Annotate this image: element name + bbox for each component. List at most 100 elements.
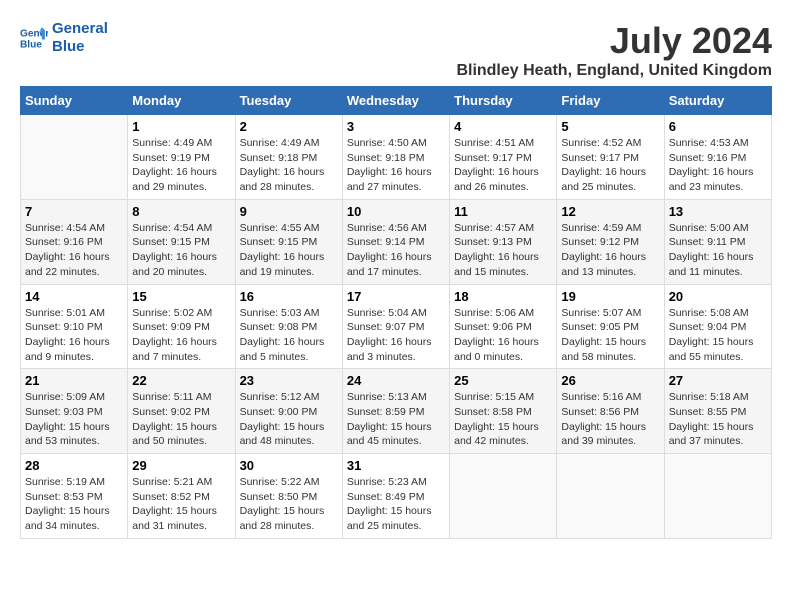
calendar-cell: 17 Sunrise: 5:04 AM Sunset: 9:07 PM Dayli… — [342, 284, 449, 369]
day-number: 12 — [561, 204, 659, 219]
logo-icon: General Blue — [20, 24, 48, 52]
calendar-cell: 4Sunrise: 4:51 AM Sunset: 9:17 PM Daylig… — [450, 115, 557, 200]
day-info: Sunrise: 5:23 AM Sunset: 8:49 PM Dayligh… — [347, 475, 445, 534]
calendar-cell: 18 Sunrise: 5:06 AM Sunset: 9:06 PM Dayli… — [450, 284, 557, 369]
calendar-cell — [557, 454, 664, 539]
week-row-5: 28Sunrise: 5:19 AM Sunset: 8:53 PM Dayli… — [21, 454, 772, 539]
day-info: Sunrise: 5:02 AM Sunset: 9:09 PM Dayligh… — [132, 306, 230, 365]
weekday-header-wednesday: Wednesday — [342, 87, 449, 115]
day-info: Sunrise: 5:22 AM Sunset: 8:50 PM Dayligh… — [240, 475, 338, 534]
calendar-cell: 28Sunrise: 5:19 AM Sunset: 8:53 PM Dayli… — [21, 454, 128, 539]
calendar-cell: 27Sunrise: 5:18 AM Sunset: 8:55 PM Dayli… — [664, 369, 771, 454]
title-block: July 2024 Blindley Heath, England, Unite… — [456, 20, 772, 80]
calendar-cell — [450, 454, 557, 539]
day-number: 22 — [132, 373, 230, 388]
calendar-cell — [21, 115, 128, 200]
day-info: Sunrise: 5:07 AM Sunset: 9:05 PM Dayligh… — [561, 306, 659, 365]
calendar-cell: 29Sunrise: 5:21 AM Sunset: 8:52 PM Dayli… — [128, 454, 235, 539]
location-title: Blindley Heath, England, United Kingdom — [456, 62, 772, 80]
day-info: Sunrise: 4:54 AM Sunset: 9:16 PM Dayligh… — [25, 221, 123, 280]
day-info: Sunrise: 5:12 AM Sunset: 9:00 PM Dayligh… — [240, 390, 338, 449]
day-info: Sunrise: 5:09 AM Sunset: 9:03 PM Dayligh… — [25, 390, 123, 449]
calendar-cell: 25Sunrise: 5:15 AM Sunset: 8:58 PM Dayli… — [450, 369, 557, 454]
day-number: 14 — [25, 289, 123, 304]
week-row-3: 14 Sunrise: 5:01 AM Sunset: 9:10 PM Dayli… — [21, 284, 772, 369]
day-info: Sunrise: 4:53 AM Sunset: 9:16 PM Dayligh… — [669, 136, 767, 195]
calendar-table: SundayMondayTuesdayWednesdayThursdayFrid… — [20, 86, 772, 539]
calendar-cell: 5 Sunrise: 4:52 AM Sunset: 9:17 PM Daylig… — [557, 115, 664, 200]
day-number: 16 — [240, 289, 338, 304]
logo-text: General Blue — [52, 20, 108, 56]
day-info: Sunrise: 5:01 AM Sunset: 9:10 PM Dayligh… — [25, 306, 123, 365]
day-info: Sunrise: 4:55 AM Sunset: 9:15 PM Dayligh… — [240, 221, 338, 280]
calendar-cell: 21 Sunrise: 5:09 AM Sunset: 9:03 PM Dayli… — [21, 369, 128, 454]
weekday-header-thursday: Thursday — [450, 87, 557, 115]
day-info: Sunrise: 5:15 AM Sunset: 8:58 PM Dayligh… — [454, 390, 552, 449]
day-number: 3 — [347, 119, 445, 134]
day-number: 8 — [132, 204, 230, 219]
day-number: 20 — [669, 289, 767, 304]
day-number: 31 — [347, 458, 445, 473]
day-info: Sunrise: 4:56 AM Sunset: 9:14 PM Dayligh… — [347, 221, 445, 280]
day-number: 5 — [561, 119, 659, 134]
day-number: 2 — [240, 119, 338, 134]
calendar-cell: 30 Sunrise: 5:22 AM Sunset: 8:50 PM Dayli… — [235, 454, 342, 539]
calendar-cell: 14 Sunrise: 5:01 AM Sunset: 9:10 PM Dayli… — [21, 284, 128, 369]
day-number: 30 — [240, 458, 338, 473]
calendar-cell: 6 Sunrise: 4:53 AM Sunset: 9:16 PM Daylig… — [664, 115, 771, 200]
calendar-cell: 19 Sunrise: 5:07 AM Sunset: 9:05 PM Dayli… — [557, 284, 664, 369]
day-number: 17 — [347, 289, 445, 304]
day-info: Sunrise: 4:52 AM Sunset: 9:17 PM Dayligh… — [561, 136, 659, 195]
day-info: Sunrise: 4:49 AM Sunset: 9:18 PM Dayligh… — [240, 136, 338, 195]
calendar-cell: 15Sunrise: 5:02 AM Sunset: 9:09 PM Dayli… — [128, 284, 235, 369]
calendar-cell: 24 Sunrise: 5:13 AM Sunset: 8:59 PM Dayli… — [342, 369, 449, 454]
month-title: July 2024 — [456, 20, 772, 62]
week-row-1: 1Sunrise: 4:49 AM Sunset: 9:19 PM Daylig… — [21, 115, 772, 200]
week-row-2: 7 Sunrise: 4:54 AM Sunset: 9:16 PM Daylig… — [21, 199, 772, 284]
day-info: Sunrise: 5:00 AM Sunset: 9:11 PM Dayligh… — [669, 221, 767, 280]
day-info: Sunrise: 4:54 AM Sunset: 9:15 PM Dayligh… — [132, 221, 230, 280]
day-info: Sunrise: 5:13 AM Sunset: 8:59 PM Dayligh… — [347, 390, 445, 449]
weekday-header-monday: Monday — [128, 87, 235, 115]
calendar-cell: 3 Sunrise: 4:50 AM Sunset: 9:18 PM Daylig… — [342, 115, 449, 200]
day-info: Sunrise: 5:04 AM Sunset: 9:07 PM Dayligh… — [347, 306, 445, 365]
day-number: 4 — [454, 119, 552, 134]
day-info: Sunrise: 5:18 AM Sunset: 8:55 PM Dayligh… — [669, 390, 767, 449]
day-info: Sunrise: 5:08 AM Sunset: 9:04 PM Dayligh… — [669, 306, 767, 365]
weekday-header-sunday: Sunday — [21, 87, 128, 115]
day-number: 11 — [454, 204, 552, 219]
calendar-cell: 13Sunrise: 5:00 AM Sunset: 9:11 PM Dayli… — [664, 199, 771, 284]
week-row-4: 21 Sunrise: 5:09 AM Sunset: 9:03 PM Dayli… — [21, 369, 772, 454]
day-number: 23 — [240, 373, 338, 388]
day-info: Sunrise: 4:50 AM Sunset: 9:18 PM Dayligh… — [347, 136, 445, 195]
calendar-cell: 11 Sunrise: 4:57 AM Sunset: 9:13 PM Dayli… — [450, 199, 557, 284]
day-number: 9 — [240, 204, 338, 219]
day-info: Sunrise: 5:06 AM Sunset: 9:06 PM Dayligh… — [454, 306, 552, 365]
day-number: 28 — [25, 458, 123, 473]
calendar-cell: 7 Sunrise: 4:54 AM Sunset: 9:16 PM Daylig… — [21, 199, 128, 284]
day-number: 26 — [561, 373, 659, 388]
day-number: 6 — [669, 119, 767, 134]
day-number: 24 — [347, 373, 445, 388]
calendar-cell: 2 Sunrise: 4:49 AM Sunset: 9:18 PM Daylig… — [235, 115, 342, 200]
day-info: Sunrise: 5:11 AM Sunset: 9:02 PM Dayligh… — [132, 390, 230, 449]
day-number: 29 — [132, 458, 230, 473]
calendar-cell: 9 Sunrise: 4:55 AM Sunset: 9:15 PM Daylig… — [235, 199, 342, 284]
calendar-cell — [664, 454, 771, 539]
calendar-cell: 16Sunrise: 5:03 AM Sunset: 9:08 PM Dayli… — [235, 284, 342, 369]
day-number: 21 — [25, 373, 123, 388]
calendar-cell: 23 Sunrise: 5:12 AM Sunset: 9:00 PM Dayli… — [235, 369, 342, 454]
weekday-header-tuesday: Tuesday — [235, 87, 342, 115]
calendar-cell: 22 Sunrise: 5:11 AM Sunset: 9:02 PM Dayli… — [128, 369, 235, 454]
weekday-header-row: SundayMondayTuesdayWednesdayThursdayFrid… — [21, 87, 772, 115]
day-info: Sunrise: 5:16 AM Sunset: 8:56 PM Dayligh… — [561, 390, 659, 449]
calendar-cell: 20 Sunrise: 5:08 AM Sunset: 9:04 PM Dayli… — [664, 284, 771, 369]
svg-text:Blue: Blue — [20, 39, 42, 50]
day-number: 18 — [454, 289, 552, 304]
day-number: 19 — [561, 289, 659, 304]
day-info: Sunrise: 4:57 AM Sunset: 9:13 PM Dayligh… — [454, 221, 552, 280]
day-number: 7 — [25, 204, 123, 219]
calendar-cell: 8 Sunrise: 4:54 AM Sunset: 9:15 PM Daylig… — [128, 199, 235, 284]
weekday-header-friday: Friday — [557, 87, 664, 115]
day-info: Sunrise: 4:59 AM Sunset: 9:12 PM Dayligh… — [561, 221, 659, 280]
